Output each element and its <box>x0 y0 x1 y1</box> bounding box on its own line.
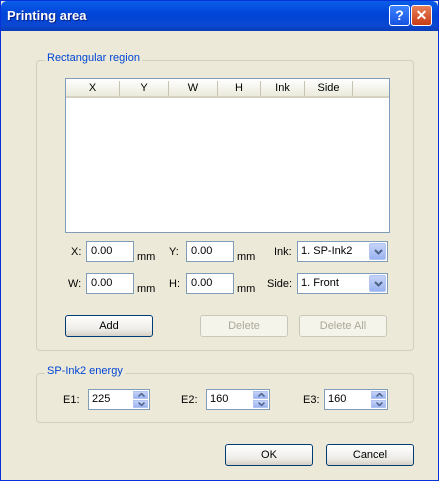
ink-label: Ink: <box>274 246 292 258</box>
region-list-header: X Y W H Ink Side <box>66 79 389 98</box>
e3-label: E3: <box>303 394 320 406</box>
spin-up-icon[interactable] <box>133 391 148 399</box>
w-unit: mm <box>137 283 156 295</box>
chevron-down-icon[interactable] <box>369 275 386 292</box>
e3-spin-buttons <box>371 391 386 408</box>
chevron-down-icon[interactable] <box>369 243 386 260</box>
e1-spin-buttons <box>133 391 148 408</box>
y-label: Y: <box>169 246 179 258</box>
e1-stepper[interactable]: 225 <box>88 389 150 410</box>
window-title: Printing area <box>7 8 87 23</box>
spin-down-icon[interactable] <box>253 400 268 408</box>
rectangular-region-label: Rectangular region <box>45 52 142 64</box>
spin-down-icon[interactable] <box>371 400 386 408</box>
e2-spin-buttons <box>253 391 268 408</box>
column-x[interactable]: X <box>66 81 120 96</box>
w-field[interactable]: 0.00 <box>86 273 134 294</box>
h-unit: mm <box>237 283 256 295</box>
e3-stepper[interactable]: 160 <box>324 389 388 410</box>
e2-stepper[interactable]: 160 <box>206 389 270 410</box>
side-select[interactable]: 1. Front <box>297 273 388 294</box>
e1-value: 225 <box>92 393 111 405</box>
e3-value: 160 <box>328 393 347 405</box>
column-h[interactable]: H <box>218 81 261 96</box>
y-field[interactable]: 0.00 <box>186 241 234 262</box>
printing-area-dialog: Printing area ? ✕ Rectangular region X Y… <box>0 0 439 481</box>
y-unit: mm <box>237 251 256 263</box>
x-field[interactable]: 0.00 <box>86 241 134 262</box>
e2-value: 160 <box>210 393 229 405</box>
cancel-button[interactable]: Cancel <box>326 444 414 466</box>
delete-all-button[interactable]: Delete All <box>299 315 387 337</box>
e1-label: E1: <box>63 394 80 406</box>
spin-up-icon[interactable] <box>371 391 386 399</box>
energy-group-label: SP-Ink2 energy <box>45 365 125 377</box>
x-unit: mm <box>137 251 156 263</box>
column-side[interactable]: Side <box>305 81 353 96</box>
ink-select[interactable]: 1. SP-Ink2 <box>297 241 388 262</box>
title-bar[interactable]: Printing area ? ✕ <box>1 1 438 31</box>
spin-up-icon[interactable] <box>253 391 268 399</box>
e2-label: E2: <box>181 394 198 406</box>
ok-button[interactable]: OK <box>225 444 313 466</box>
close-button[interactable]: ✕ <box>411 5 432 26</box>
column-w[interactable]: W <box>169 81 218 96</box>
h-label: H: <box>169 278 180 290</box>
w-label: W: <box>68 278 82 290</box>
help-button[interactable]: ? <box>389 5 410 26</box>
delete-button[interactable]: Delete <box>200 315 288 337</box>
column-y[interactable]: Y <box>120 81 169 96</box>
side-label: Side: <box>267 278 293 290</box>
ink-select-value: 1. SP-Ink2 <box>301 245 353 257</box>
x-label: X: <box>71 246 82 258</box>
side-select-value: 1. Front <box>301 277 339 289</box>
h-field[interactable]: 0.00 <box>186 273 234 294</box>
column-ink[interactable]: Ink <box>261 81 305 96</box>
add-button[interactable]: Add <box>65 315 153 337</box>
spin-down-icon[interactable] <box>133 400 148 408</box>
region-list[interactable]: X Y W H Ink Side <box>65 78 390 233</box>
